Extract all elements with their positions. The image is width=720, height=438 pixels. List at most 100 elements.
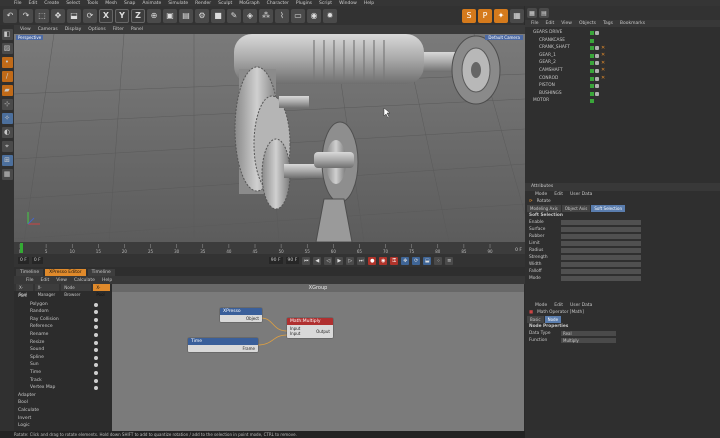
snap-icon[interactable]: S xyxy=(462,8,476,23)
tab-basic[interactable]: Basic xyxy=(527,316,544,323)
menu-item-sculpt[interactable]: Sculpt xyxy=(218,1,232,6)
node-tree-item[interactable]: Logic xyxy=(14,422,110,430)
keyframe-selection-icon[interactable]: ⚿ xyxy=(390,256,399,265)
node-tree-item[interactable]: Time xyxy=(14,369,110,377)
menu-item-tools[interactable]: Tools xyxy=(87,1,98,6)
move-icon[interactable]: ✥ xyxy=(51,8,65,23)
light-icon[interactable]: ✹ xyxy=(323,8,337,23)
redo-icon[interactable]: ↷ xyxy=(19,8,33,23)
points-mode-icon[interactable]: • xyxy=(1,57,13,68)
menu-item-animate[interactable]: Animate xyxy=(142,1,161,6)
edges-mode-icon[interactable]: / xyxy=(1,71,13,82)
xpresso-menu-file[interactable]: File xyxy=(26,278,34,283)
object-row[interactable]: GEAR_1 ✕ xyxy=(525,52,720,60)
next-key-icon[interactable]: ▷ xyxy=(346,256,355,265)
solo-icon[interactable]: ◐ xyxy=(1,127,13,138)
tab-timeline[interactable]: Timeline xyxy=(16,269,44,276)
floor-icon[interactable]: ▭ xyxy=(291,8,305,23)
workplane-lock-icon[interactable]: ⊞ xyxy=(1,155,13,166)
record-rotation-icon[interactable]: ⟳ xyxy=(412,256,421,265)
phong-tag-icon[interactable]: ✕ xyxy=(601,53,605,58)
prop-value-field[interactable] xyxy=(561,276,641,281)
node-tree-item[interactable]: Invert xyxy=(14,415,110,423)
autokey-icon[interactable]: ◉ xyxy=(379,256,388,265)
visibility-icon[interactable] xyxy=(590,31,594,35)
point-level-icon[interactable]: ⁘ xyxy=(434,256,443,265)
menu-item-mograph[interactable]: MoGraph xyxy=(239,1,259,6)
menu-item-create[interactable]: Create xyxy=(44,1,59,6)
grid-icon[interactable]: ▦ xyxy=(1,169,13,180)
record-scale-icon[interactable]: ⬓ xyxy=(423,256,432,265)
axis-mode-icon[interactable]: ⊹ xyxy=(1,99,13,110)
xpresso-tag-icon[interactable] xyxy=(595,53,599,58)
menu-item-mesh[interactable]: Mesh xyxy=(105,1,117,6)
om-menu-edit[interactable]: Edit xyxy=(546,21,555,26)
node-attr-menu-mode[interactable]: Mode xyxy=(535,302,547,309)
om-menu-tags[interactable]: Tags xyxy=(603,21,613,26)
xpresso-tag-icon[interactable] xyxy=(595,61,599,66)
menu-item-file[interactable]: File xyxy=(14,1,22,6)
om-menu-bookmarks[interactable]: Bookmarks xyxy=(620,21,645,26)
viewport-menu-cameras[interactable]: Cameras xyxy=(38,27,58,32)
viewport-menu-options[interactable]: Options xyxy=(88,27,105,32)
object-node-port[interactable]: Object xyxy=(220,315,262,322)
tweak-mode-icon[interactable]: ✧ xyxy=(1,113,13,124)
goto-end-icon[interactable]: ⏭ xyxy=(357,256,366,265)
python-icon[interactable]: P xyxy=(478,8,492,23)
visibility-icon[interactable] xyxy=(590,46,594,51)
texture-mode-icon[interactable]: ▨ xyxy=(1,43,13,54)
timeline-settings-icon[interactable]: ≡ xyxy=(445,256,454,265)
visibility-icon[interactable] xyxy=(590,68,594,73)
polygons-mode-icon[interactable]: ▰ xyxy=(1,85,13,96)
tab-x-pool[interactable]: X-Pool xyxy=(16,284,33,297)
object-row[interactable]: PISTON xyxy=(525,82,720,90)
camera-icon[interactable]: ◉ xyxy=(307,8,321,23)
record-icon[interactable]: ● xyxy=(368,256,377,265)
camera-label[interactable]: Perspective xyxy=(16,35,44,40)
goto-start-icon[interactable]: ⏮ xyxy=(302,256,311,265)
rotate-icon[interactable]: ⟳ xyxy=(83,8,97,23)
array-icon[interactable]: ⁂ xyxy=(259,8,273,23)
tab-node[interactable]: Node xyxy=(544,316,562,323)
3d-viewport[interactable]: Perspective Default Camera xyxy=(14,34,525,242)
menu-item-window[interactable]: Window xyxy=(339,1,357,6)
render-picture-icon[interactable]: ▤ xyxy=(179,8,193,23)
object-row[interactable]: GEARS DRIVE xyxy=(525,29,720,37)
data-type-dropdown[interactable]: Real xyxy=(561,331,616,336)
om-menu-view[interactable]: View xyxy=(561,21,572,26)
tab-modeling-axis[interactable]: Modeling Axis xyxy=(527,205,561,212)
object-row[interactable]: BUSHINGS xyxy=(525,90,720,98)
visibility-icon[interactable] xyxy=(590,76,594,81)
xpresso-tag-icon[interactable] xyxy=(595,68,599,73)
node-tree-item[interactable]: Polygon xyxy=(14,301,110,309)
tab-object-axis[interactable]: Object Axis xyxy=(561,205,591,212)
object-row[interactable]: CRANK_SHAFT ✕ xyxy=(525,44,720,52)
xpresso-menu-view[interactable]: View xyxy=(56,278,67,283)
end-frame-field[interactable]: 90 F xyxy=(285,257,300,264)
y-axis-toggle-icon[interactable]: Y xyxy=(115,8,129,23)
prop-value-field[interactable] xyxy=(561,220,641,225)
phong-tag-icon[interactable]: ✕ xyxy=(601,76,605,81)
xpresso-object-node[interactable]: XPresso Object xyxy=(220,308,262,322)
snapping-icon[interactable]: ⌖ xyxy=(1,141,13,152)
menu-item-simulate[interactable]: Simulate xyxy=(168,1,188,6)
prop-value-field[interactable] xyxy=(561,262,641,267)
xpresso-tag-icon[interactable] xyxy=(595,84,599,89)
node-tree-item[interactable]: Ray Collision xyxy=(14,316,110,324)
layout-icon[interactable]: ✦ xyxy=(494,8,508,23)
menu-item-plugins[interactable]: Plugins xyxy=(296,1,312,6)
math-multiply-node[interactable]: Math:Multiply Input Input Output xyxy=(287,318,333,338)
node-tree-item[interactable]: Calculate xyxy=(14,407,110,415)
node-tree-item[interactable]: Track xyxy=(14,377,110,385)
attr-menu-edit[interactable]: Edit xyxy=(554,191,563,198)
visibility-icon[interactable] xyxy=(590,53,594,58)
node-tree-item[interactable]: Sound xyxy=(14,346,110,354)
render-settings-icon[interactable]: ⚙ xyxy=(195,8,209,23)
object-row[interactable]: MOTOR xyxy=(525,97,720,105)
object-row[interactable]: CAMSHAFT ✕ xyxy=(525,67,720,75)
undo-icon[interactable]: ↶ xyxy=(3,8,17,23)
phong-tag-icon[interactable]: ✕ xyxy=(601,45,605,51)
tab-soft-selection[interactable]: Soft Selection xyxy=(591,205,625,212)
tab-node-browser[interactable]: Node Browser xyxy=(61,284,92,297)
xgroup-canvas[interactable]: XGroup XPresso Object Time Frame Math:Mu… xyxy=(112,284,524,438)
